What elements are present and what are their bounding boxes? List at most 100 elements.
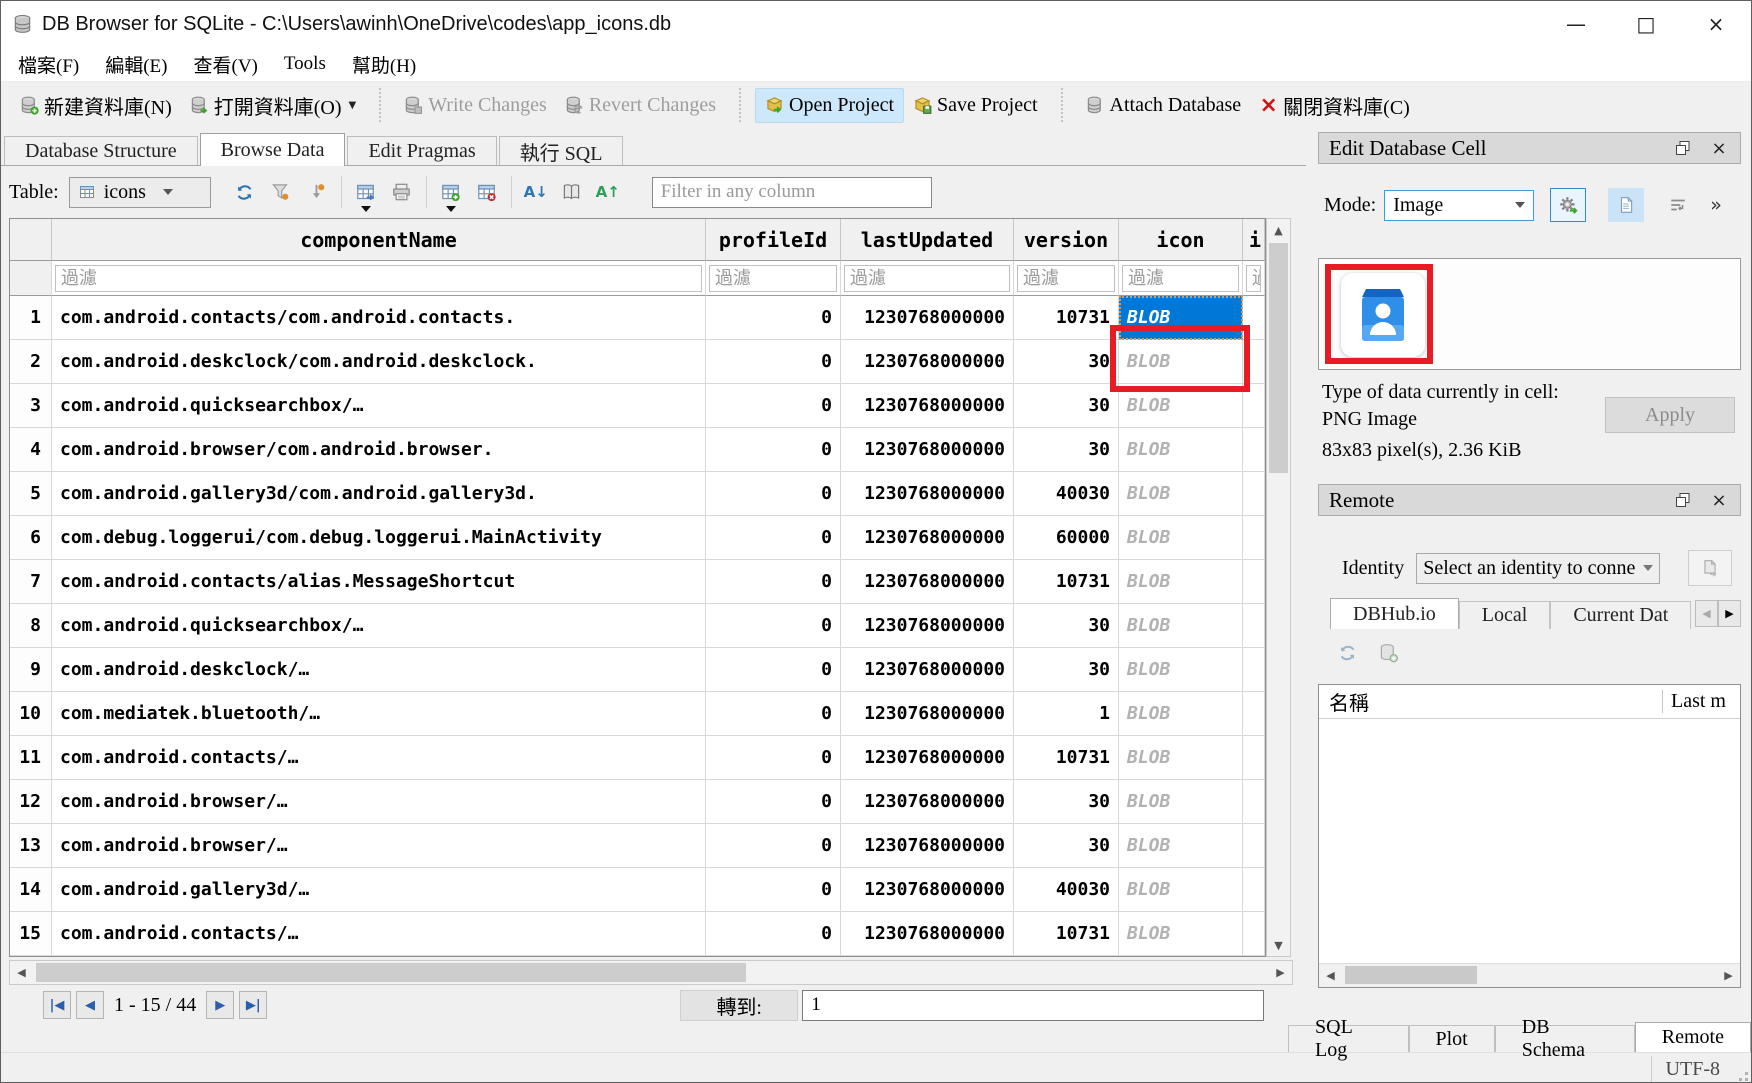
cell-componentName[interactable]: com.android.browser/com.android.browser. [52, 428, 706, 472]
tab-database-structure[interactable]: Database Structure [4, 136, 198, 165]
float-panel-icon[interactable] [1672, 137, 1694, 159]
vertical-scrollbar-thumb[interactable] [1269, 243, 1288, 473]
column-filter-input[interactable] [1122, 265, 1239, 292]
sort-desc-button[interactable]: A↑ [590, 176, 626, 209]
cell-lastUpdated[interactable]: 1230768000000 [841, 648, 1014, 692]
row-number-cell[interactable]: 15 [10, 912, 52, 956]
last-page-button[interactable]: ▶| [239, 991, 267, 1019]
column-filter-input[interactable] [55, 265, 702, 292]
overflow-expand-icon[interactable]: » [1710, 194, 1722, 216]
previous-page-button[interactable]: ◀ [76, 991, 104, 1019]
close-panel-icon[interactable]: × [1708, 489, 1730, 511]
attach-database-button[interactable]: Attach Database [1077, 89, 1251, 122]
text-mode-toggle-button[interactable] [1608, 188, 1644, 222]
cell-version[interactable]: 40030 [1014, 868, 1119, 912]
refresh-button[interactable] [227, 176, 263, 209]
column-header-lastUpdated[interactable]: lastUpdated [841, 219, 1014, 261]
row-number-cell[interactable]: 5 [10, 472, 52, 516]
cell-version[interactable]: 30 [1014, 824, 1119, 868]
cell-icon[interactable]: BLOB [1119, 912, 1243, 956]
menu-item-tools[interactable]: Tools [271, 47, 339, 81]
cell-partial[interactable] [1243, 604, 1265, 648]
clone-database-icon[interactable] [1379, 643, 1398, 662]
tab-scroll-right-icon[interactable]: ▶ [1718, 600, 1741, 627]
dock-tab-plot[interactable]: Plot [1409, 1025, 1495, 1052]
new-database-button[interactable]: 新建資料庫(N) [11, 86, 181, 125]
cell-componentName[interactable]: com.android.deskclock/com.android.deskcl… [52, 340, 706, 384]
cell-lastUpdated[interactable]: 1230768000000 [841, 868, 1014, 912]
horizontal-scrollbar-thumb[interactable] [36, 963, 746, 982]
cell-version[interactable]: 1 [1014, 692, 1119, 736]
first-page-button[interactable]: |◀ [43, 991, 71, 1019]
dropdown-caret-icon[interactable] [446, 206, 456, 212]
cell-profileId[interactable]: 0 [706, 824, 841, 868]
minimize-button[interactable]: — [1541, 1, 1611, 47]
cell-partial[interactable] [1243, 648, 1265, 692]
cell-icon[interactable]: BLOB [1119, 340, 1243, 384]
cell-componentName[interactable]: com.android.deskclock/… [52, 648, 706, 692]
cell-lastUpdated[interactable]: 1230768000000 [841, 736, 1014, 780]
cell-componentName[interactable]: com.android.quicksearchbox/… [52, 384, 706, 428]
cell-lastUpdated[interactable]: 1230768000000 [841, 780, 1014, 824]
scroll-down-icon[interactable]: ▼ [1267, 934, 1290, 956]
row-number-cell[interactable]: 4 [10, 428, 52, 472]
cell-icon[interactable]: BLOB [1119, 868, 1243, 912]
column-header-icon[interactable]: icon [1119, 219, 1243, 261]
print-button[interactable] [384, 176, 420, 209]
column-filter-input[interactable] [709, 265, 837, 292]
row-number-cell[interactable]: 3 [10, 384, 52, 428]
tree-body[interactable] [1319, 719, 1740, 963]
cell-version[interactable]: 30 [1014, 384, 1119, 428]
row-number-cell[interactable]: 6 [10, 516, 52, 560]
cell-profileId[interactable]: 0 [706, 604, 841, 648]
cell-version[interactable]: 10731 [1014, 736, 1119, 780]
new-record-button[interactable] [433, 176, 469, 209]
cell-profileId[interactable]: 0 [706, 692, 841, 736]
row-number-cell[interactable]: 7 [10, 560, 52, 604]
cell-profileId[interactable]: 0 [706, 428, 841, 472]
word-wrap-button[interactable] [1660, 188, 1696, 222]
row-number-cell[interactable]: 9 [10, 648, 52, 692]
cell-profileId[interactable]: 0 [706, 384, 841, 428]
scroll-left-icon[interactable]: ◀ [1319, 964, 1342, 987]
identity-select[interactable]: Select an identity to conne [1416, 553, 1660, 584]
open-project-button[interactable]: Open Project [755, 88, 904, 123]
next-page-button[interactable]: ▶ [206, 991, 234, 1019]
scroll-up-icon[interactable]: ▲ [1267, 219, 1290, 241]
scroll-left-icon[interactable]: ◀ [10, 961, 33, 984]
remote-refresh-icon[interactable] [1338, 643, 1357, 662]
dropdown-caret-icon[interactable] [361, 206, 371, 212]
goto-row-input[interactable] [802, 990, 1264, 1021]
save-results-button[interactable] [348, 176, 384, 209]
tree-scrollbar-thumb[interactable] [1345, 966, 1477, 984]
horizontal-scrollbar[interactable]: ◀ ▶ [9, 960, 1293, 985]
cell-componentName[interactable]: com.android.contacts/… [52, 912, 706, 956]
cell-profileId[interactable]: 0 [706, 472, 841, 516]
save-project-button[interactable]: Save Project [904, 89, 1047, 122]
cell-componentName[interactable]: com.debug.loggerui/com.debug.loggerui.Ma… [52, 516, 706, 560]
column-filter-input[interactable] [1246, 265, 1261, 292]
cell-lastUpdated[interactable]: 1230768000000 [841, 472, 1014, 516]
clear-sort-button[interactable] [299, 176, 335, 209]
cell-partial[interactable] [1243, 868, 1265, 912]
dock-tab-sql-log[interactable]: SQL Log [1288, 1025, 1409, 1052]
auto-detect-format-button[interactable] [1550, 188, 1586, 222]
cell-icon[interactable]: BLOB [1119, 780, 1243, 824]
cell-version[interactable]: 10731 [1014, 560, 1119, 604]
cell-profileId[interactable]: 0 [706, 780, 841, 824]
remote-tab-dbhub-io[interactable]: DBHub.io [1330, 598, 1459, 629]
menu-item-view[interactable]: 查看(V) [181, 47, 271, 81]
cell-lastUpdated[interactable]: 1230768000000 [841, 560, 1014, 604]
cell-profileId[interactable]: 0 [706, 340, 841, 384]
cell-lastUpdated[interactable]: 1230768000000 [841, 340, 1014, 384]
cell-lastUpdated[interactable]: 1230768000000 [841, 384, 1014, 428]
row-number-cell[interactable]: 1 [10, 296, 52, 340]
cell-icon[interactable]: BLOB [1119, 604, 1243, 648]
column-header-profileId[interactable]: profileId [706, 219, 841, 261]
cell-componentName[interactable]: com.android.gallery3d/com.android.galler… [52, 472, 706, 516]
cell-componentName[interactable]: com.android.contacts/… [52, 736, 706, 780]
cell-version[interactable]: 30 [1014, 780, 1119, 824]
cell-version[interactable]: 40030 [1014, 472, 1119, 516]
cell-lastUpdated[interactable]: 1230768000000 [841, 296, 1014, 340]
cell-icon[interactable]: BLOB [1119, 824, 1243, 868]
